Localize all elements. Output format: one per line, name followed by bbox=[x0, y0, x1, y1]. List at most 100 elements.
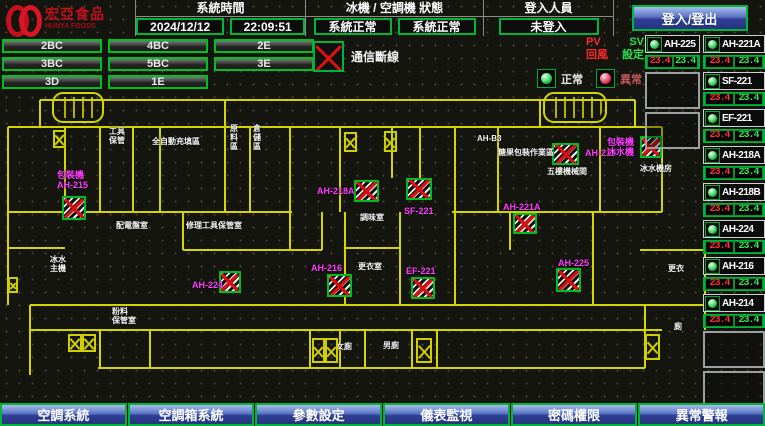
ahu-icon-comm-lost[interactable] bbox=[513, 213, 537, 234]
nav-button-1[interactable]: 空調系統 bbox=[0, 403, 127, 426]
sv-value: 23.4 bbox=[735, 279, 762, 289]
floor-buttons: 2BC 4BC 2E 3BC 5BC 3E 3D 1E bbox=[2, 39, 314, 89]
status-lamp-icon bbox=[705, 259, 720, 274]
unit-ah-214[interactable]: AH-214 bbox=[703, 294, 765, 312]
status-lamp-icon bbox=[705, 296, 720, 311]
pv-value: 23.4 bbox=[706, 279, 733, 289]
unit-name: AH-225 bbox=[664, 39, 695, 50]
sv-value: 23.4 bbox=[735, 316, 762, 326]
floor-button-3e[interactable]: 3E bbox=[214, 57, 314, 71]
room-label: 粉料 保管室 bbox=[112, 307, 136, 325]
unit-ah-221a[interactable]: AH-221A bbox=[703, 35, 765, 53]
status-lamp-icon bbox=[705, 222, 720, 237]
unit-sf-221[interactable]: SF-221 bbox=[703, 72, 765, 90]
ahu-icon-comm-lost[interactable] bbox=[354, 180, 379, 202]
room-label: 冰水 主機 bbox=[50, 255, 66, 273]
unit-values: 23.423.4 bbox=[645, 55, 700, 69]
pv-value: 23.4 bbox=[706, 131, 733, 141]
shaft-icon bbox=[344, 132, 357, 152]
unit-group: AH-225 23.423.4 bbox=[645, 35, 700, 69]
chiller-status-value: 系統正常 bbox=[314, 18, 392, 35]
room-label: 糖果包裝作業區 bbox=[498, 148, 554, 157]
unit-name: AH-224 bbox=[722, 224, 753, 235]
ahu-icon-comm-lost[interactable] bbox=[62, 196, 86, 220]
ahu-icon-comm-lost[interactable] bbox=[552, 143, 579, 165]
room-label: 修理工具保管室 bbox=[186, 221, 242, 230]
unit-name: EF-221 bbox=[722, 113, 752, 124]
ahu-icon-comm-lost[interactable] bbox=[556, 268, 581, 292]
floor-button-3d[interactable]: 3D bbox=[2, 75, 102, 89]
system-time-label: 系統時間 bbox=[136, 0, 305, 17]
unit-name: AH-218B bbox=[722, 187, 760, 198]
login-logout-button[interactable]: 登入/登出 bbox=[632, 5, 748, 31]
nav-button-3[interactable]: 參數設定 bbox=[255, 403, 382, 426]
sv-desc-label: 設定 bbox=[622, 49, 644, 62]
room-label: 原 料 區 bbox=[230, 124, 238, 151]
ahu-unit-label: SF-221 bbox=[404, 206, 434, 216]
unit-group: AH-221A23.423.4 bbox=[703, 35, 765, 69]
comm-lost-icon bbox=[313, 41, 344, 72]
sv-value: 23.4 bbox=[735, 242, 762, 252]
floor-button-3bc[interactable]: 3BC bbox=[2, 57, 102, 71]
units-panel: AH-22523.423.4 AH-221A23.423.4SF-22123.4… bbox=[645, 35, 765, 408]
shaft-icon bbox=[325, 338, 338, 363]
floor-button-1e[interactable]: 1E bbox=[108, 75, 208, 89]
ahu-unit-label: AH-218A bbox=[317, 186, 355, 196]
unit-group: EF-221 23.423.4 bbox=[703, 109, 765, 143]
status-lamp-icon bbox=[705, 185, 720, 200]
normal-lamp-icon bbox=[537, 69, 556, 88]
ahu-icon-comm-lost[interactable] bbox=[411, 277, 435, 299]
shaft-icon bbox=[68, 334, 82, 352]
floor-button-4bc[interactable]: 4BC bbox=[108, 39, 208, 53]
unit-ah-225[interactable]: AH-225 bbox=[645, 35, 700, 53]
pv-value: 23.4 bbox=[648, 57, 672, 67]
empty-slot bbox=[645, 72, 700, 109]
ahu-unit-label: AH-221A bbox=[503, 202, 541, 212]
unit-ah-224[interactable]: AH-224 bbox=[703, 220, 765, 238]
sv-value: 23.4 bbox=[735, 131, 762, 141]
ahu-status-value: 系統正常 bbox=[398, 18, 476, 35]
nav-button-5[interactable]: 密碼權限 bbox=[511, 403, 638, 426]
unit-ah-216[interactable]: AH-216 bbox=[703, 257, 765, 275]
shaft-icon bbox=[384, 131, 397, 152]
ahu-unit-label: AH-224 bbox=[192, 280, 223, 290]
status-lamp-icon bbox=[647, 37, 662, 52]
unit-ah-218b[interactable]: AH-218B bbox=[703, 183, 765, 201]
unit-ef-221[interactable]: EF-221 bbox=[703, 109, 765, 127]
floor-button-2e[interactable]: 2E bbox=[214, 39, 314, 53]
unit-values: 23.423.4 bbox=[703, 129, 765, 143]
unit-group: SF-221 23.423.4 bbox=[703, 72, 765, 106]
header: 宏亞食品 HUNYA FOODS 系統時間 2024/12/12 22:09:5… bbox=[0, 0, 765, 36]
pv-desc-label: 回風 bbox=[586, 49, 608, 62]
pv-sv-legend: PV SV 回風 設定 bbox=[584, 36, 646, 62]
ahu-unit-label: 包裝機 AH-215 bbox=[57, 170, 88, 190]
room-label: 配電盤室 bbox=[116, 221, 148, 230]
unit-values: 23.423.4 bbox=[703, 314, 765, 328]
machine-status-label: 冰機 / 空調機 狀態 bbox=[306, 0, 483, 17]
sv-value: 23.4 bbox=[735, 168, 762, 178]
room-label: AH-B3 bbox=[477, 134, 501, 143]
unit-ah-218a[interactable]: AH-218A bbox=[703, 146, 765, 164]
floor-button-2bc[interactable]: 2BC bbox=[2, 39, 102, 53]
stairs-icon bbox=[52, 92, 104, 123]
ahu-icon-comm-lost[interactable] bbox=[327, 274, 352, 297]
nav-button-2[interactable]: 空調箱系統 bbox=[128, 403, 255, 426]
pv-value: 23.4 bbox=[706, 316, 733, 326]
shaft-icon bbox=[312, 338, 325, 363]
nav-button-4[interactable]: 儀表監視 bbox=[383, 403, 510, 426]
sv-value: 23.4 bbox=[735, 94, 762, 104]
ahu-unit-label: 包裝機 冰水機 bbox=[607, 137, 634, 157]
unit-group: AH-214 23.423.4 bbox=[703, 294, 765, 328]
floor-button-5bc[interactable]: 5BC bbox=[108, 57, 208, 71]
logo: 宏亞食品 HUNYA FOODS bbox=[0, 0, 136, 36]
room-label: 更衣室 bbox=[358, 262, 382, 271]
ahu-icon-comm-lost[interactable] bbox=[406, 178, 432, 200]
system-time-value: 22:09:51 bbox=[230, 18, 305, 35]
unit-name: AH-218A bbox=[722, 150, 760, 161]
bottom-nav: 空調系統空調箱系統參數設定儀表監視密碼權限異常警報 bbox=[0, 403, 765, 426]
pv-value: 23.4 bbox=[706, 94, 733, 104]
system-time-section: 系統時間 2024/12/12 22:09:51 bbox=[136, 0, 306, 36]
stairs-icon bbox=[543, 92, 607, 123]
nav-button-6[interactable]: 異常警報 bbox=[638, 403, 765, 426]
pv-value: 23.4 bbox=[706, 205, 733, 215]
